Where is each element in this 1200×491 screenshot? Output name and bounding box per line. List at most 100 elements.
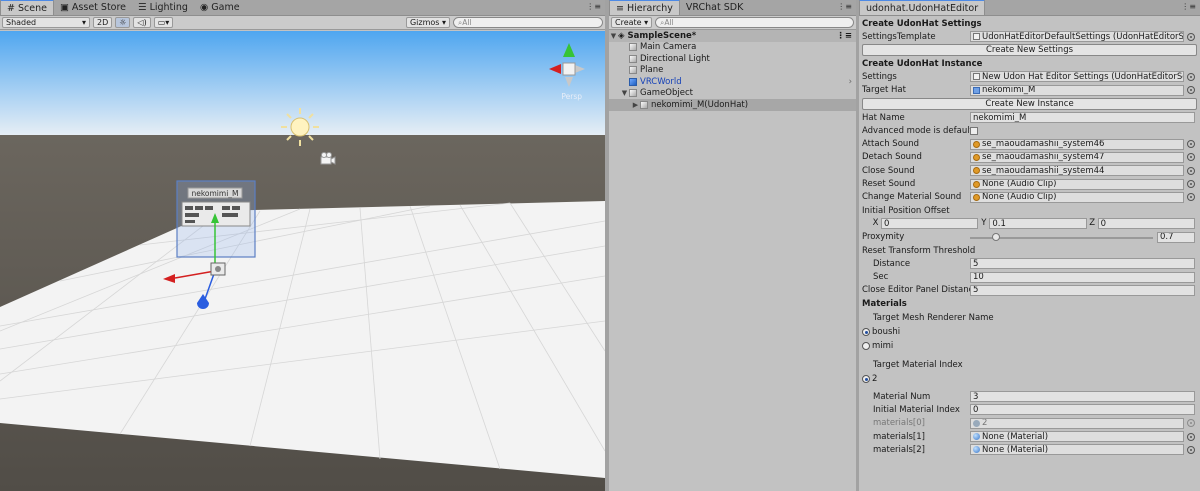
settings-label: Settings bbox=[862, 71, 897, 82]
object-picker-icon[interactable] bbox=[1187, 86, 1195, 95]
tab-udonhat-editor[interactable]: udonhat.UdonHatEditor bbox=[859, 0, 986, 15]
sound-value: se_maoudamashii_system46 bbox=[982, 139, 1105, 150]
scene-toolbar: Shaded ▾ 2D ☼ ◁) ▭▾ Gizmos ▾ ⌕ All bbox=[0, 16, 605, 30]
proxymity-input[interactable]: 0.7 bbox=[1157, 231, 1195, 243]
chevron-right-icon[interactable]: › bbox=[849, 77, 852, 87]
mesh-option-boushi[interactable]: boushi bbox=[862, 325, 1197, 339]
hierarchy-item-label: GameObject bbox=[640, 88, 693, 99]
object-picker-icon[interactable] bbox=[1187, 32, 1195, 41]
scene-viewport[interactable]: nekomimi_M Persp bbox=[0, 31, 605, 491]
tab-lighting[interactable]: ☰ Lighting bbox=[132, 0, 194, 15]
x-value: 0 bbox=[884, 218, 890, 229]
hat-name-input[interactable]: nekomimi_M bbox=[970, 112, 1195, 124]
close-distance-input[interactable]: 5 bbox=[970, 284, 1195, 296]
tab-hierarchy[interactable]: ≡ Hierarchy bbox=[609, 0, 680, 15]
object-picker-icon[interactable] bbox=[1187, 153, 1195, 162]
hierarchy-scene-row[interactable]: ▼ ◈ SampleScene* ⋮≡ bbox=[609, 30, 856, 42]
create-new-settings-button[interactable]: Create New Settings bbox=[862, 44, 1197, 57]
lighting-toggle-button[interactable]: ☼ bbox=[115, 17, 131, 28]
audio-toggle-button[interactable]: ◁) bbox=[133, 17, 151, 28]
sec-row: Sec 10 bbox=[862, 270, 1197, 283]
shading-mode-dropdown[interactable]: Shaded ▾ bbox=[2, 17, 90, 28]
hierarchy-item-directional-light[interactable]: Directional Light bbox=[609, 53, 856, 65]
scene-canvas[interactable]: nekomimi_M Persp bbox=[0, 31, 605, 491]
number-icon bbox=[973, 419, 980, 427]
tab-scene[interactable]: # Scene bbox=[0, 0, 54, 15]
hierarchy-item-plane[interactable]: Plane bbox=[609, 65, 856, 77]
materials-2-field[interactable]: None (Material) bbox=[970, 444, 1184, 456]
z-input[interactable]: 0 bbox=[1097, 218, 1195, 230]
y-input[interactable]: 0.1 bbox=[989, 218, 1087, 230]
change-material-sound-field[interactable]: None (Audio Clip) bbox=[970, 191, 1184, 203]
hierarchy-item-main-camera[interactable]: Main Camera bbox=[609, 42, 856, 54]
collapse-arrow-icon[interactable]: ▶ bbox=[631, 101, 640, 109]
gizmos-dropdown[interactable]: Gizmos ▾ bbox=[405, 17, 450, 28]
shading-mode-label: Shaded bbox=[6, 18, 37, 27]
settings-asset-icon bbox=[973, 33, 980, 41]
panel-menu-icon[interactable]: ⋮≡ bbox=[1181, 2, 1196, 11]
material-icon bbox=[973, 433, 980, 441]
detach-sound-row: Detach Sound se_maoudamashii_system47 bbox=[862, 151, 1197, 164]
x-input[interactable]: 0 bbox=[881, 218, 979, 230]
object-picker-icon[interactable] bbox=[1187, 432, 1195, 441]
proxymity-row: Proxymity 0.7 bbox=[862, 231, 1197, 244]
slider-knob[interactable] bbox=[991, 232, 1000, 241]
sun-icon: ☼ bbox=[119, 18, 127, 27]
distance-row: Distance 5 bbox=[862, 257, 1197, 270]
radio-button[interactable] bbox=[862, 328, 870, 337]
material-index-option-2[interactable]: 2 bbox=[862, 372, 1197, 386]
toggle-2d-button[interactable]: 2D bbox=[93, 17, 113, 28]
panel-menu-icon[interactable]: ⋮≡ bbox=[586, 2, 601, 11]
object-picker-icon[interactable] bbox=[1187, 166, 1195, 175]
radio-button[interactable] bbox=[862, 342, 870, 351]
scene-menu-icon[interactable]: ⋮≡ bbox=[836, 31, 852, 41]
initial-position-xyz-row: X 0 Y 0.1 Z 0 bbox=[862, 217, 1197, 230]
object-picker-icon[interactable] bbox=[1187, 193, 1195, 202]
tab-hierarchy-label: Hierarchy bbox=[626, 2, 673, 14]
expand-arrow-icon[interactable]: ▼ bbox=[620, 89, 629, 97]
hierarchy-item-gameobject[interactable]: ▼ GameObject bbox=[609, 88, 856, 100]
sound-label: Close Sound bbox=[862, 165, 915, 176]
sound-value: se_maoudamashii_system44 bbox=[982, 165, 1105, 176]
expand-arrow-icon[interactable]: ▼ bbox=[609, 32, 618, 40]
object-picker-icon[interactable] bbox=[1187, 72, 1195, 81]
close-sound-field[interactable]: se_maoudamashii_system44 bbox=[970, 165, 1184, 177]
hierarchy-search-input[interactable]: ⌕ All bbox=[655, 17, 854, 28]
object-picker-icon[interactable] bbox=[1187, 445, 1195, 454]
distance-input[interactable]: 5 bbox=[970, 258, 1195, 270]
sec-value: 10 bbox=[973, 272, 984, 283]
material-index-option-label: 2 bbox=[872, 374, 878, 385]
tab-game[interactable]: ◉ Game bbox=[194, 0, 246, 15]
object-picker-icon[interactable] bbox=[1187, 180, 1195, 189]
hierarchy-item-label: VRCWorld bbox=[640, 76, 682, 87]
scene-search-input[interactable]: ⌕ All bbox=[453, 17, 603, 28]
effects-dropdown[interactable]: ▭▾ bbox=[153, 17, 174, 28]
settings-template-field[interactable]: UdonHatEditorDefaultSettings (UdonHatEdi… bbox=[970, 31, 1184, 43]
sec-input[interactable]: 10 bbox=[970, 271, 1195, 283]
mesh-option-mimi[interactable]: mimi bbox=[862, 339, 1197, 353]
initial-material-index-input[interactable]: 0 bbox=[970, 404, 1195, 416]
tab-vrchat-sdk[interactable]: VRChat SDK bbox=[680, 0, 749, 15]
panel-menu-icon[interactable]: ⋮≡ bbox=[837, 2, 852, 11]
attach-sound-row: Attach Sound se_maoudamashii_system46 bbox=[862, 137, 1197, 150]
object-picker-icon[interactable] bbox=[1187, 140, 1195, 149]
hierarchy-item-nekomimi[interactable]: ▶ nekomimi_M(UdonHat) bbox=[609, 99, 856, 111]
reset-sound-field[interactable]: None (Audio Clip) bbox=[970, 178, 1184, 190]
tab-asset-store[interactable]: ▣ Asset Store bbox=[54, 0, 132, 15]
material-num-input[interactable]: 3 bbox=[970, 391, 1195, 403]
radio-button[interactable] bbox=[862, 375, 870, 384]
materials-1-field[interactable]: None (Material) bbox=[970, 431, 1184, 443]
inspector-panel: udonhat.UdonHatEditor ⋮≡ Create UdonHat … bbox=[859, 0, 1200, 491]
advanced-mode-checkbox[interactable] bbox=[970, 126, 978, 135]
proxymity-slider[interactable] bbox=[970, 232, 1153, 243]
projection-label[interactable]: Persp bbox=[561, 92, 582, 101]
scene-search-placeholder: All bbox=[462, 18, 472, 27]
create-dropdown[interactable]: Create ▾ bbox=[611, 17, 653, 28]
target-hat-field[interactable]: nekomimi_M bbox=[970, 84, 1184, 96]
create-new-instance-button[interactable]: Create New Instance bbox=[862, 97, 1197, 110]
mesh-option-label: boushi bbox=[872, 327, 901, 338]
settings-field[interactable]: New Udon Hat Editor Settings (UdonHatEdi… bbox=[970, 71, 1184, 83]
hierarchy-item-vrcworld[interactable]: VRCWorld › bbox=[609, 76, 856, 88]
attach-sound-field[interactable]: se_maoudamashii_system46 bbox=[970, 138, 1184, 150]
detach-sound-field[interactable]: se_maoudamashii_system47 bbox=[970, 151, 1184, 163]
